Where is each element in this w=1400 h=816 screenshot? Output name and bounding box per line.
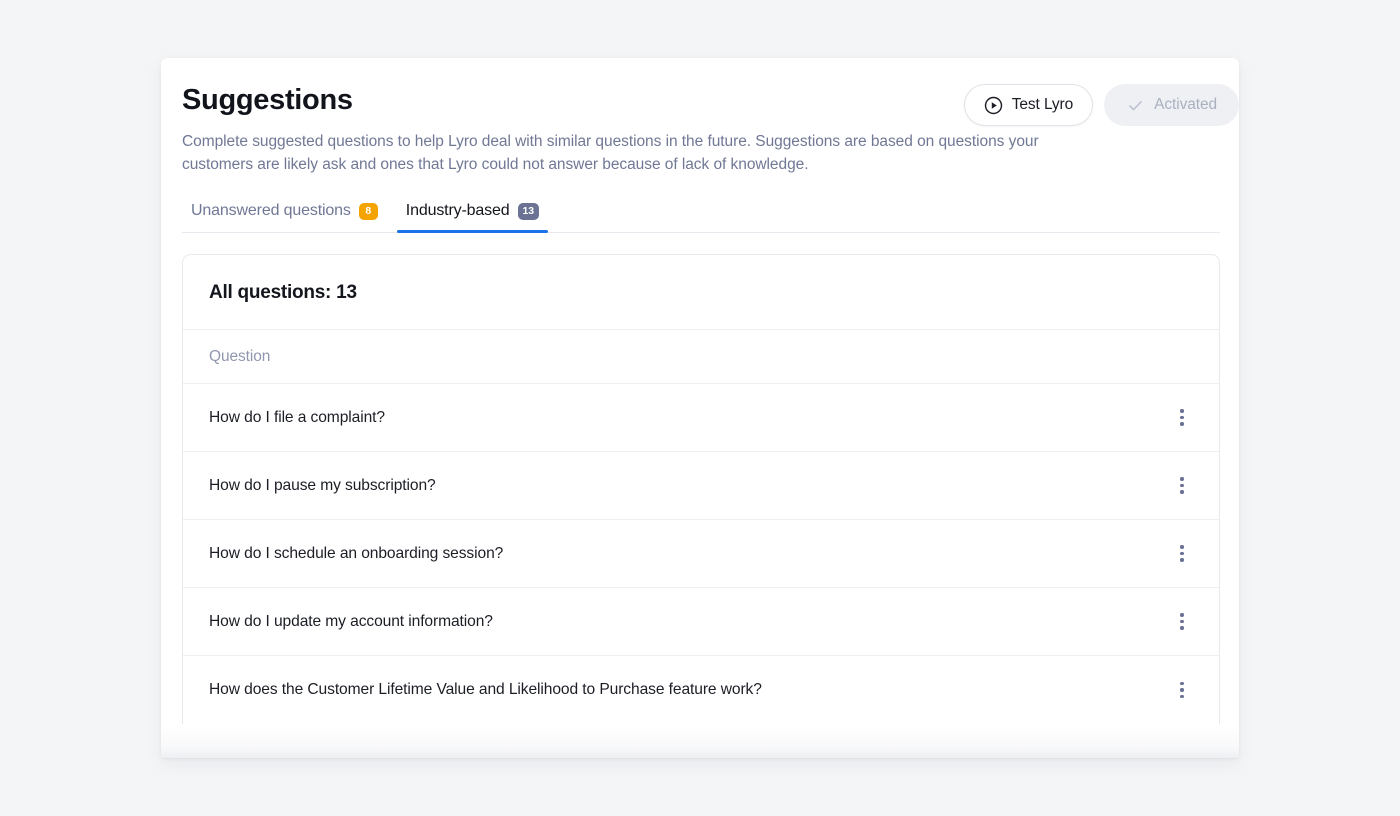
activated-button: Activated [1104,84,1239,126]
table-row[interactable]: How does the Customer Lifetime Value and… [183,656,1219,724]
question-text: How do I file a complaint? [209,408,385,426]
question-text: How do I schedule an onboarding session? [209,544,504,562]
kebab-menu-icon[interactable] [1167,607,1197,637]
kebab-menu-icon[interactable] [1167,471,1197,501]
tab-unanswered-questions-badge: 8 [358,202,378,220]
page-description: Complete suggested questions to help Lyr… [182,133,1039,173]
table-row[interactable]: How do I pause my subscription? [183,452,1219,520]
questions-table-card: All questions: 13 Question How do I file… [182,254,1220,724]
kebab-menu-icon[interactable] [1167,675,1197,705]
table-row[interactable]: How do I update my account information? [183,588,1219,656]
tab-unanswered-questions[interactable]: Unanswered questions 8 [182,202,387,233]
tab-bar: Unanswered questions 8 Industry-based 13 [161,202,1239,233]
question-text: How do I pause my subscription? [209,476,436,494]
header-actions: Test Lyro Activated [963,84,1239,126]
tab-industry-based-badge: 13 [517,202,539,220]
table-row[interactable]: How do I schedule an onboarding session? [183,520,1219,588]
tab-industry-based[interactable]: Industry-based 13 [396,202,549,233]
kebab-menu-icon[interactable] [1167,403,1197,433]
test-lyro-button[interactable]: Test Lyro [963,84,1094,126]
play-circle-icon [984,96,1003,115]
tab-industry-based-label: Industry-based [405,202,510,219]
table-row[interactable]: How do I file a complaint? [183,384,1219,452]
activated-label: Activated [1154,96,1217,113]
test-lyro-label: Test Lyro [1011,96,1074,113]
panel-header: Suggestions Complete suggested questions… [161,58,1239,176]
tab-unanswered-questions-label: Unanswered questions [191,202,351,219]
kebab-menu-icon[interactable] [1167,539,1197,569]
suggestions-panel: Suggestions Complete suggested questions… [161,58,1239,758]
questions-count-title: All questions: 13 [183,255,1219,330]
question-text: How do I update my account information? [209,612,493,630]
check-icon [1126,96,1145,115]
column-header-question: Question [183,330,1219,384]
question-text: How does the Customer Lifetime Value and… [209,681,762,698]
